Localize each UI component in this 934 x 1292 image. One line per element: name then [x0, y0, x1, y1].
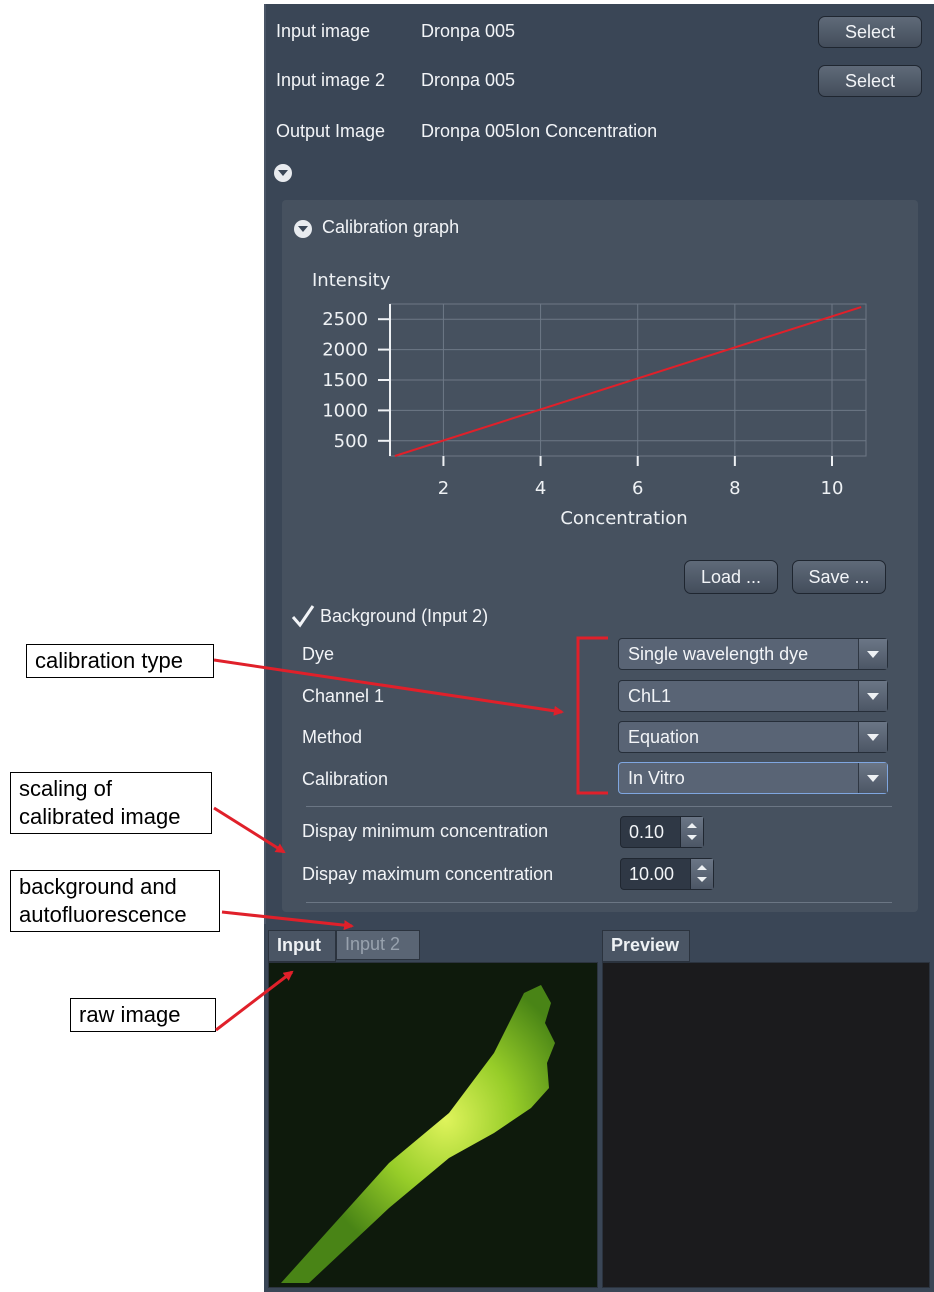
callout-background: background and autofluorescence — [10, 870, 220, 932]
preview-image — [602, 962, 930, 1288]
chevron-down-icon[interactable] — [858, 763, 887, 793]
callout-raw-image: raw image — [70, 998, 216, 1032]
tab-input[interactable]: Input — [268, 930, 336, 962]
callout-text: autofluorescence — [19, 902, 187, 927]
x-tick-label: 10 — [821, 478, 844, 499]
x-axis-label: Concentration — [560, 508, 687, 529]
x-tick-label: 8 — [729, 478, 740, 499]
y-tick-label: 2500 — [322, 309, 368, 330]
dye-select-value: Single wavelength dye — [628, 644, 809, 664]
y-axis-label: Intensity — [312, 270, 391, 291]
channel-select[interactable]: ChL1 — [618, 680, 888, 712]
callout-text: raw image — [79, 1002, 181, 1027]
output-image-value: Dronpa 005Ion Concentration — [421, 121, 658, 141]
chevron-down-icon[interactable] — [858, 681, 887, 711]
calibration-select[interactable]: In Vitro — [618, 762, 888, 794]
tab-preview[interactable]: Preview — [602, 930, 690, 962]
divider — [306, 902, 892, 903]
input-image-2-value: Dronpa 005 — [421, 70, 516, 90]
select-input-button[interactable]: Select — [818, 16, 922, 48]
x-tick-label: 4 — [535, 478, 546, 499]
method-select[interactable]: Equation — [618, 721, 888, 753]
callout-text: scaling of — [19, 776, 112, 801]
calibration-chart: 2 4 6 8 10 500 1000 1500 2000 2500 Intensity Conc… — [312, 270, 867, 529]
callout-text: background and — [19, 874, 177, 899]
callout-text: calibrated image — [19, 804, 181, 829]
min-concentration-label: Dispay minimum concentration — [302, 821, 549, 841]
y-tick-label: 1000 — [322, 400, 368, 421]
chevron-down-icon[interactable] — [858, 722, 887, 752]
calibration-select-value: In Vitro — [628, 768, 685, 788]
min-concentration-value: 0.10 — [629, 822, 665, 842]
calibration-graph-title: Calibration graph — [322, 217, 460, 237]
background-checkbox[interactable] — [290, 604, 316, 628]
raw-input-image — [268, 962, 598, 1288]
x-tick-label: 6 — [632, 478, 643, 499]
callout-scaling: scaling of calibrated image — [10, 772, 212, 834]
max-concentration-value: 10.00 — [629, 864, 675, 884]
stepper-arrows-icon[interactable] — [690, 859, 713, 889]
x-tick-label: 2 — [438, 478, 449, 499]
save-button[interactable]: Save ... — [792, 560, 886, 594]
channel-label: Channel 1 — [302, 686, 385, 706]
tab-input-2[interactable]: Input 2 — [336, 930, 420, 960]
channel-select-value: ChL1 — [628, 686, 672, 706]
calibration-line — [394, 306, 862, 457]
dye-select[interactable]: Single wavelength dye — [618, 638, 888, 670]
max-concentration-label: Dispay maximum concentration — [302, 864, 554, 884]
max-concentration-stepper[interactable]: 10.00 — [620, 858, 714, 890]
background-label: Background (Input 2) — [320, 606, 489, 626]
min-concentration-stepper[interactable]: 0.10 — [620, 816, 704, 848]
callout-calibration-type: calibration type — [26, 644, 214, 678]
y-tick-label: 500 — [334, 431, 368, 452]
y-tick-label: 2000 — [322, 340, 368, 361]
chevron-down-icon[interactable] — [858, 639, 887, 669]
dye-label: Dye — [302, 644, 335, 664]
method-select-value: Equation — [628, 727, 700, 747]
input-image-2-label: Input image 2 — [276, 70, 386, 90]
output-image-label: Output Image — [276, 121, 386, 141]
stepper-arrows-icon[interactable] — [680, 817, 703, 847]
calibration-label: Calibration — [302, 769, 389, 789]
load-button[interactable]: Load ... — [684, 560, 778, 594]
input-image-label: Input image — [276, 21, 371, 41]
collapse-chevron-icon[interactable] — [274, 164, 292, 182]
y-tick-label: 1500 — [322, 370, 368, 391]
callout-text: calibration type — [35, 648, 183, 673]
select-input-2-button[interactable]: Select — [818, 65, 922, 97]
divider — [306, 806, 892, 807]
calibration-collapse-icon[interactable] — [294, 220, 312, 238]
input-image-value: Dronpa 005 — [421, 21, 516, 41]
method-label: Method — [302, 727, 363, 747]
